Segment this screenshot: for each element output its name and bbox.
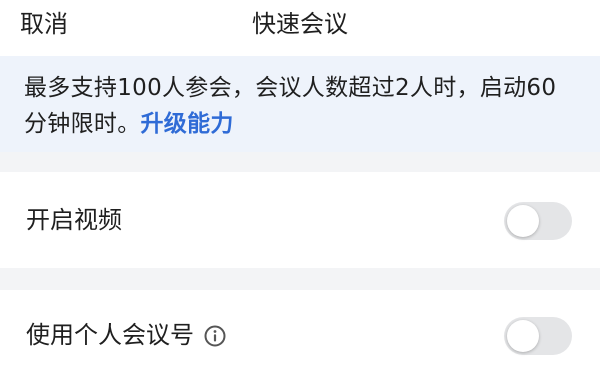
- video-toggle[interactable]: [504, 202, 572, 240]
- notice-banner: 最多支持100人参会，会议人数超过2人时，启动60分钟限时。升级能力: [0, 56, 600, 152]
- personal-meeting-id-label-wrap: 使用个人会议号: [26, 319, 226, 351]
- personal-meeting-id-label: 使用个人会议号: [26, 320, 194, 349]
- header: 取消 快速会议: [0, 0, 600, 52]
- info-icon[interactable]: [204, 325, 226, 347]
- video-setting-label: 开启视频: [26, 206, 122, 234]
- upgrade-link[interactable]: 升级能力: [141, 111, 234, 137]
- video-setting-row: 开启视频: [0, 172, 600, 268]
- personal-meeting-id-toggle[interactable]: [504, 317, 572, 355]
- notice-text: 最多支持100人参会，会议人数超过2人时，启动60分钟限时。: [24, 75, 557, 137]
- toggle-knob: [507, 205, 539, 237]
- personal-meeting-id-row: 使用个人会议号: [0, 290, 600, 379]
- section-divider: [0, 268, 600, 290]
- page-title: 快速会议: [252, 10, 348, 38]
- section-divider: [0, 152, 600, 172]
- quick-meeting-screen: 取消 快速会议 最多支持100人参会，会议人数超过2人时，启动60分钟限时。升级…: [0, 0, 600, 379]
- toggle-knob: [507, 320, 539, 352]
- notice-text-container: 最多支持100人参会，会议人数超过2人时，启动60分钟限时。升级能力: [24, 70, 576, 142]
